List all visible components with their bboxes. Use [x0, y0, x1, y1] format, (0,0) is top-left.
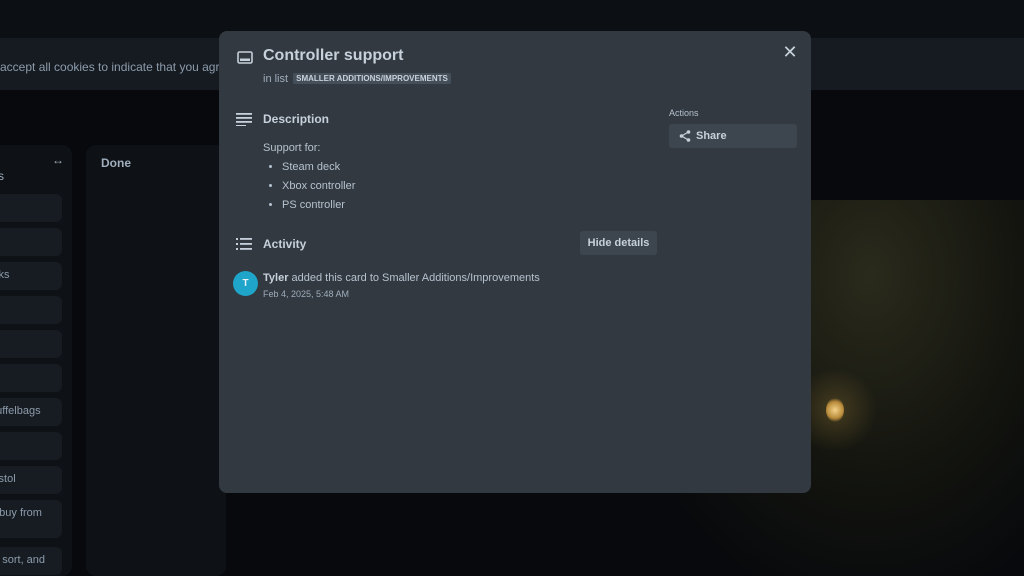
list-card[interactable]: o buy from — [0, 500, 62, 538]
card-icon — [237, 51, 253, 64]
share-icon — [679, 130, 691, 142]
description-list-item: Steam deck — [282, 161, 355, 180]
activity-heading: Activity — [263, 237, 307, 251]
description-intro[interactable]: Support for: — [263, 142, 320, 154]
in-list-prefix: in list — [263, 73, 289, 85]
close-icon[interactable]: ✕ — [781, 43, 799, 61]
description-list-item: Xbox controller — [282, 180, 355, 199]
description-heading: Description — [263, 112, 330, 126]
list-name-badge[interactable]: SMALLER ADDITIONS/IMPROVEMENTS — [293, 73, 451, 84]
list-card[interactable]: inks — [0, 262, 62, 290]
done-list-column[interactable]: Done — [86, 145, 226, 576]
card-detail-modal: ✕ Controller support in list SMALLER ADD… — [219, 31, 811, 493]
description-icon — [236, 113, 252, 126]
list-collapse-icon[interactable]: ↔ — [52, 153, 64, 167]
activity-icon — [236, 238, 252, 250]
activity-entry: Tyler added this card to Smaller Additio… — [263, 272, 540, 284]
card-list-location: in list SMALLER ADDITIONS/IMPROVEMENTS — [263, 73, 451, 85]
actions-label: Actions — [669, 108, 699, 118]
list-column[interactable]: ↔ s inks duffelbags pistol o buy from n,… — [0, 145, 72, 576]
avatar[interactable]: T — [233, 271, 258, 296]
card-title[interactable]: Controller support — [263, 47, 403, 65]
cookie-banner-text: accept all cookies to indicate that you … — [0, 60, 247, 74]
list-card[interactable]: n, sort, and — [0, 547, 62, 575]
hide-details-button[interactable]: Hide details — [580, 231, 657, 255]
lamp-light — [826, 398, 844, 422]
share-label: Share — [696, 130, 727, 142]
list-title[interactable]: s — [0, 169, 4, 183]
list-card[interactable] — [0, 330, 62, 358]
list-card[interactable] — [0, 296, 62, 324]
activity-action: added this card to Smaller Additions/Imp… — [288, 272, 540, 284]
list-card[interactable] — [0, 432, 62, 460]
activity-user[interactable]: Tyler — [263, 272, 288, 284]
list-card[interactable] — [0, 228, 62, 256]
list-card[interactable] — [0, 364, 62, 392]
activity-timestamp[interactable]: Feb 4, 2025, 5:48 AM — [263, 289, 349, 299]
done-list-title[interactable]: Done — [101, 156, 131, 170]
description-list[interactable]: Steam deck Xbox controller PS controller — [282, 161, 355, 218]
list-card[interactable]: duffelbags — [0, 398, 62, 426]
list-card[interactable]: pistol — [0, 466, 62, 494]
description-list-item: PS controller — [282, 199, 355, 218]
share-button[interactable]: Share — [669, 124, 797, 148]
list-card[interactable] — [0, 194, 62, 222]
